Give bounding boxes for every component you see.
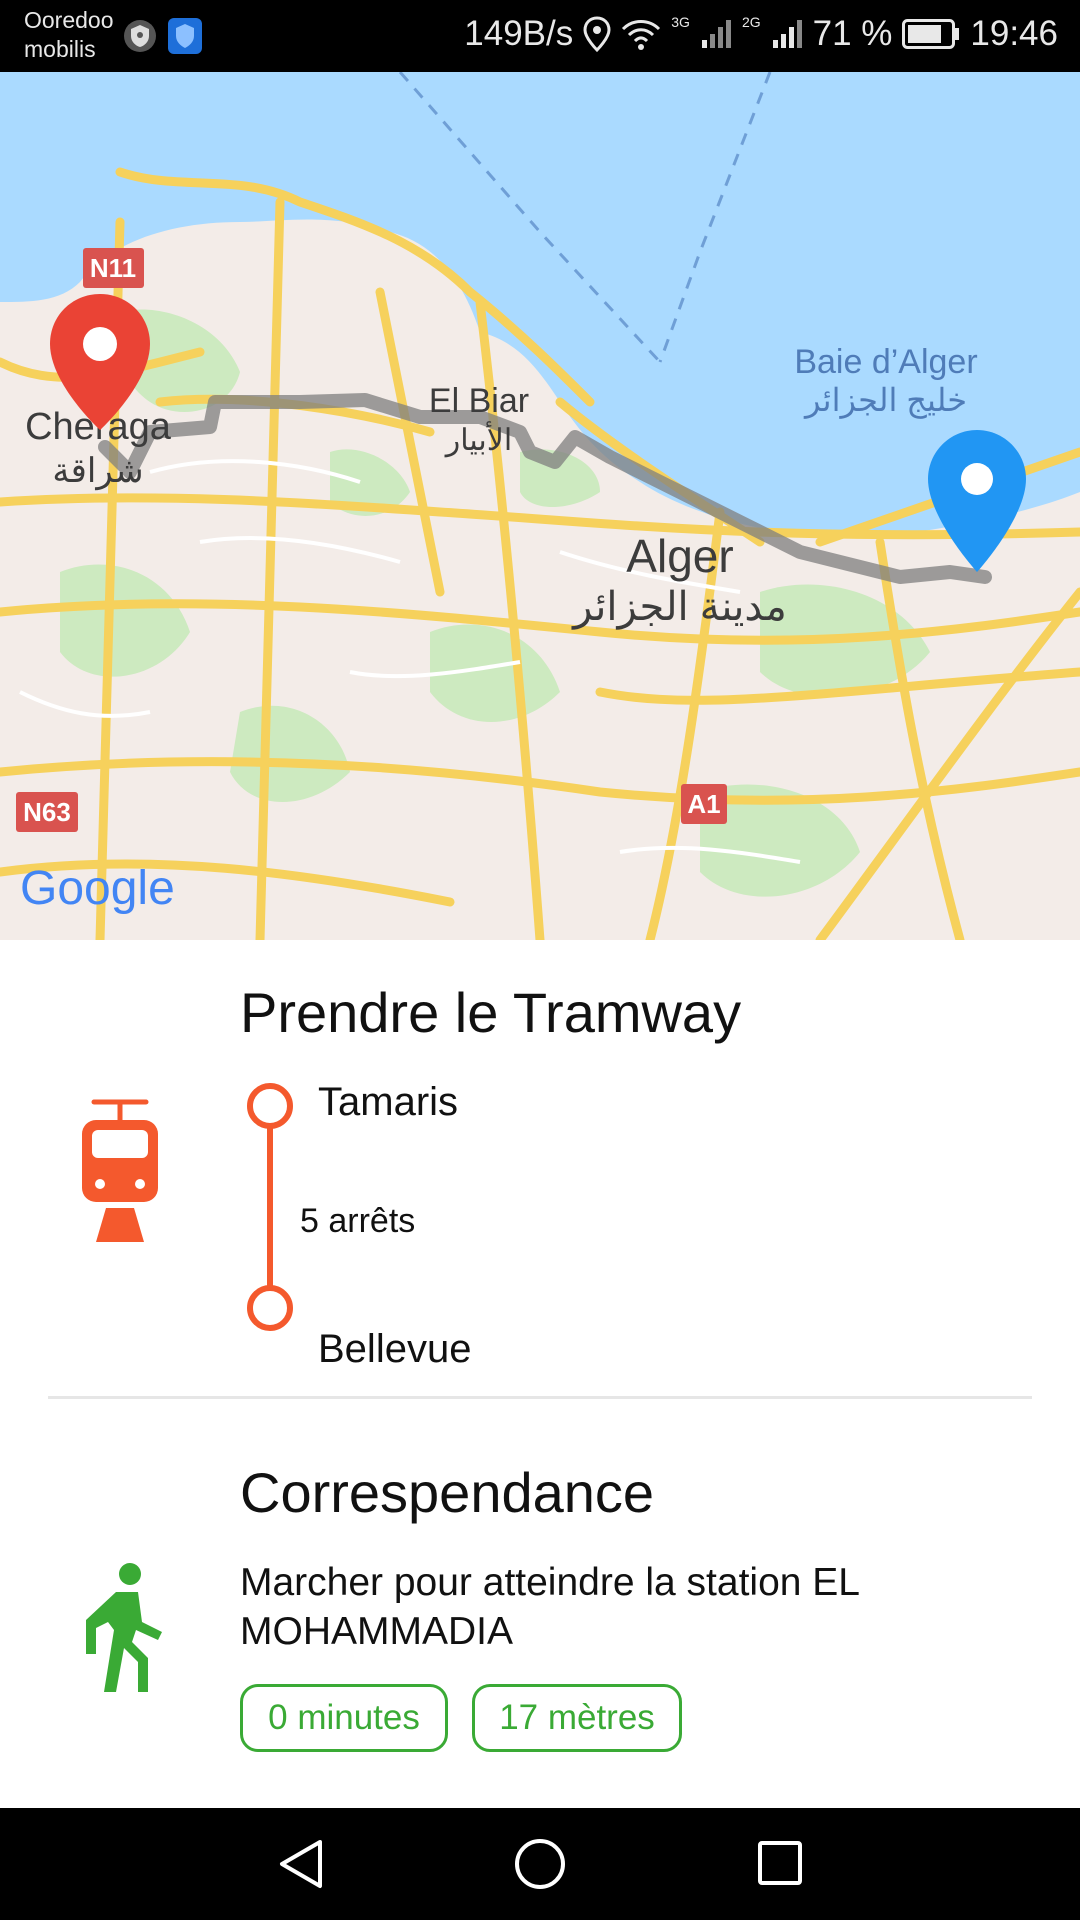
route-map[interactable]: N11 N63 A1 Cheraga شراقة El Biar الأبيار… <box>0 72 1080 940</box>
security-shield-icon <box>168 18 202 54</box>
carrier-2: mobilis <box>24 36 96 62</box>
label-baie-ar: خليج الجزائر <box>803 382 967 419</box>
shield-n11: N11 <box>83 248 144 288</box>
map-canvas[interactable]: N11 N63 A1 Cheraga شراقة El Biar الأبيار… <box>0 72 1080 940</box>
status-bar: Ooredoo mobilis 149B/s 3G 2G 71 % 19:46 <box>0 0 1080 72</box>
shield-a1: A1 <box>681 784 727 824</box>
signal-1-label: 3G <box>671 14 690 30</box>
clock: 19:46 <box>970 14 1058 53</box>
wifi-icon <box>622 20 661 50</box>
navigation-bar <box>0 1808 1080 1920</box>
location-icon <box>583 16 611 52</box>
home-icon[interactable] <box>514 1838 566 1890</box>
status-right: 149B/s 3G 2G 71 % 19:46 <box>464 14 1058 54</box>
signal-1-icon <box>701 20 731 48</box>
carrier-1: Ooredoo <box>24 7 114 33</box>
destination-stop-label: Bellevue <box>318 1327 472 1371</box>
tram-icon <box>82 1099 158 1242</box>
shield-a1-label: A1 <box>687 789 720 819</box>
label-cheraga-ar: شراقة <box>52 452 143 491</box>
route-steps-panel: Prendre le Tramway Tamaris 5 arrêts Bell… <box>0 940 1080 1808</box>
carrier-names: Ooredoo mobilis <box>24 6 114 64</box>
label-alger-ar: مدينة الجزائر <box>571 585 787 630</box>
step-divider <box>48 1396 1032 1399</box>
tram-line-timeline <box>247 1083 293 1331</box>
battery-icon <box>902 19 960 49</box>
signal-2-icon <box>772 20 802 48</box>
back-icon[interactable] <box>276 1838 326 1890</box>
tram-step-title: Prendre le Tramway <box>240 981 742 1044</box>
stop-count-label: 5 arrêts <box>300 1202 416 1240</box>
shield-n63-label: N63 <box>23 797 71 827</box>
label-baie: Baie d’Alger <box>794 343 977 381</box>
distance-chip[interactable]: 17 mètres <box>472 1684 682 1752</box>
label-el-biar-ar: الأبيار <box>444 422 512 458</box>
net-speed: 149B/s <box>464 14 574 53</box>
shield-n11-label: N11 <box>90 253 136 283</box>
signal-2-label: 2G <box>741 14 761 30</box>
duration-chip[interactable]: 0 minutes <box>240 1684 448 1752</box>
transfer-step-title: Correspendance <box>240 1461 655 1524</box>
label-alger: Alger <box>626 530 733 582</box>
recents-icon[interactable] <box>757 1840 803 1886</box>
transfer-description: Marcher pour atteindre la station EL MOH… <box>240 1561 859 1653</box>
battery-percent: 71 % <box>812 14 893 53</box>
walk-icon <box>86 1563 162 1692</box>
shield-n63: N63 <box>16 792 78 832</box>
origin-stop-label: Tamaris <box>318 1080 459 1124</box>
destination-pin-icon[interactable] <box>928 430 1026 572</box>
label-el-biar: El Biar <box>429 382 529 420</box>
vpn-shield-icon <box>124 20 156 52</box>
google-logo: Google <box>20 862 175 915</box>
